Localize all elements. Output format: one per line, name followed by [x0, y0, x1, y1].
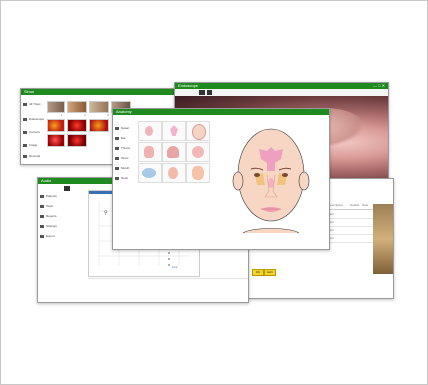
neck-icon [115, 176, 119, 180]
ok-button[interactable]: OK [252, 269, 264, 276]
thumb-caption: 2 [84, 113, 86, 117]
graph-title: Audio [41, 178, 52, 183]
gallery-thumb[interactable] [67, 134, 87, 147]
gallery-thumb[interactable] [67, 119, 87, 132]
graph-controls: Link [168, 250, 196, 272]
gallery-thumb[interactable] [47, 134, 65, 147]
anatomy-sidebar-item[interactable]: Throat [115, 145, 139, 151]
table-row[interactable]: Item [328, 211, 373, 219]
anatomy-sidebar-item[interactable]: Ear [115, 135, 139, 141]
thumb-caption: 3 [107, 113, 109, 117]
anatomy-card[interactable] [162, 121, 186, 141]
image-icon [23, 143, 27, 147]
users-icon [40, 194, 44, 198]
graph-sidebar-item[interactable]: Tests [40, 203, 64, 209]
camera-icon[interactable] [199, 90, 205, 95]
test-icon [40, 204, 44, 208]
video-icon[interactable] [207, 90, 212, 95]
gallery-sidebar-item[interactable]: Records [23, 153, 47, 159]
anatomy-card[interactable] [186, 163, 210, 183]
gallery-titlebar[interactable]: Sinus [21, 89, 191, 95]
graph-link[interactable]: Link [172, 265, 178, 269]
thumb-caption: 1 [61, 113, 63, 117]
gallery-sidebar-item[interactable]: Image [23, 142, 47, 148]
anatomy-window[interactable]: Anatomy Nasal Ear Throat Sinus Mouth Nec… [112, 108, 330, 250]
gallery-title: Sinus [24, 89, 35, 94]
print-icon[interactable] [64, 186, 70, 191]
edit-button[interactable]: Edit [264, 269, 276, 276]
anatomy-card[interactable] [162, 163, 186, 183]
anatomy-sidebar-item[interactable]: Neck [115, 175, 139, 181]
anatomy-card[interactable] [138, 121, 162, 141]
table-row[interactable]: Item [328, 235, 373, 243]
scope-icon [23, 117, 27, 121]
anatomy-sidebar-item[interactable]: Mouth [115, 165, 139, 171]
anatomy-card[interactable] [138, 142, 162, 162]
export-icon [40, 234, 44, 238]
throat-icon [115, 146, 119, 150]
gallery-sidebar-item[interactable]: Camera [23, 129, 47, 135]
gallery-thumb[interactable] [89, 101, 109, 113]
anatomy-card[interactable] [186, 142, 210, 162]
camera-icon [23, 130, 27, 134]
graph-sidebar-item[interactable]: Settings [40, 223, 64, 229]
anatomy-card[interactable] [186, 121, 210, 141]
column-header: Description [328, 203, 344, 207]
report-icon [40, 214, 44, 218]
table-row[interactable]: Item [328, 219, 373, 227]
gallery-thumb[interactable] [89, 119, 109, 132]
column-header: Date [362, 203, 369, 207]
anatomy-card[interactable] [162, 142, 186, 162]
anatomy-sidebar-item[interactable]: Sinus [115, 155, 139, 161]
column-header: Details [350, 203, 360, 207]
nose-icon [115, 126, 119, 130]
report-photo [373, 204, 393, 274]
face-illustration [232, 128, 310, 234]
gallery-thumb[interactable] [47, 101, 65, 113]
graph-sidebar-item[interactable]: Export [40, 233, 64, 239]
report-header-row: Description Details Date [328, 201, 373, 210]
record-icon [23, 154, 27, 158]
anatomy-sidebar-item[interactable]: Nasal [115, 125, 139, 131]
graph-sidebar-item[interactable]: Reports [40, 213, 64, 219]
graph-footer [88, 278, 248, 285]
gallery-sidebar-item[interactable]: All Trays [23, 101, 47, 107]
sinus-icon [115, 156, 119, 160]
anatomy-title: Anatomy [116, 109, 132, 114]
mouth-icon [115, 166, 119, 170]
anatomy-card[interactable] [138, 163, 162, 183]
table-row[interactable]: Item [328, 227, 373, 235]
ear-icon [115, 136, 119, 140]
graph-sidebar-item[interactable]: Patients [40, 193, 64, 199]
gallery-thumb[interactable] [67, 101, 87, 113]
settings-icon [40, 224, 44, 228]
svg-text:⚲: ⚲ [104, 210, 108, 216]
gallery-thumb[interactable] [47, 119, 65, 132]
gallery-sidebar-item[interactable]: Endoscope [23, 116, 47, 122]
tray-icon [23, 102, 27, 106]
